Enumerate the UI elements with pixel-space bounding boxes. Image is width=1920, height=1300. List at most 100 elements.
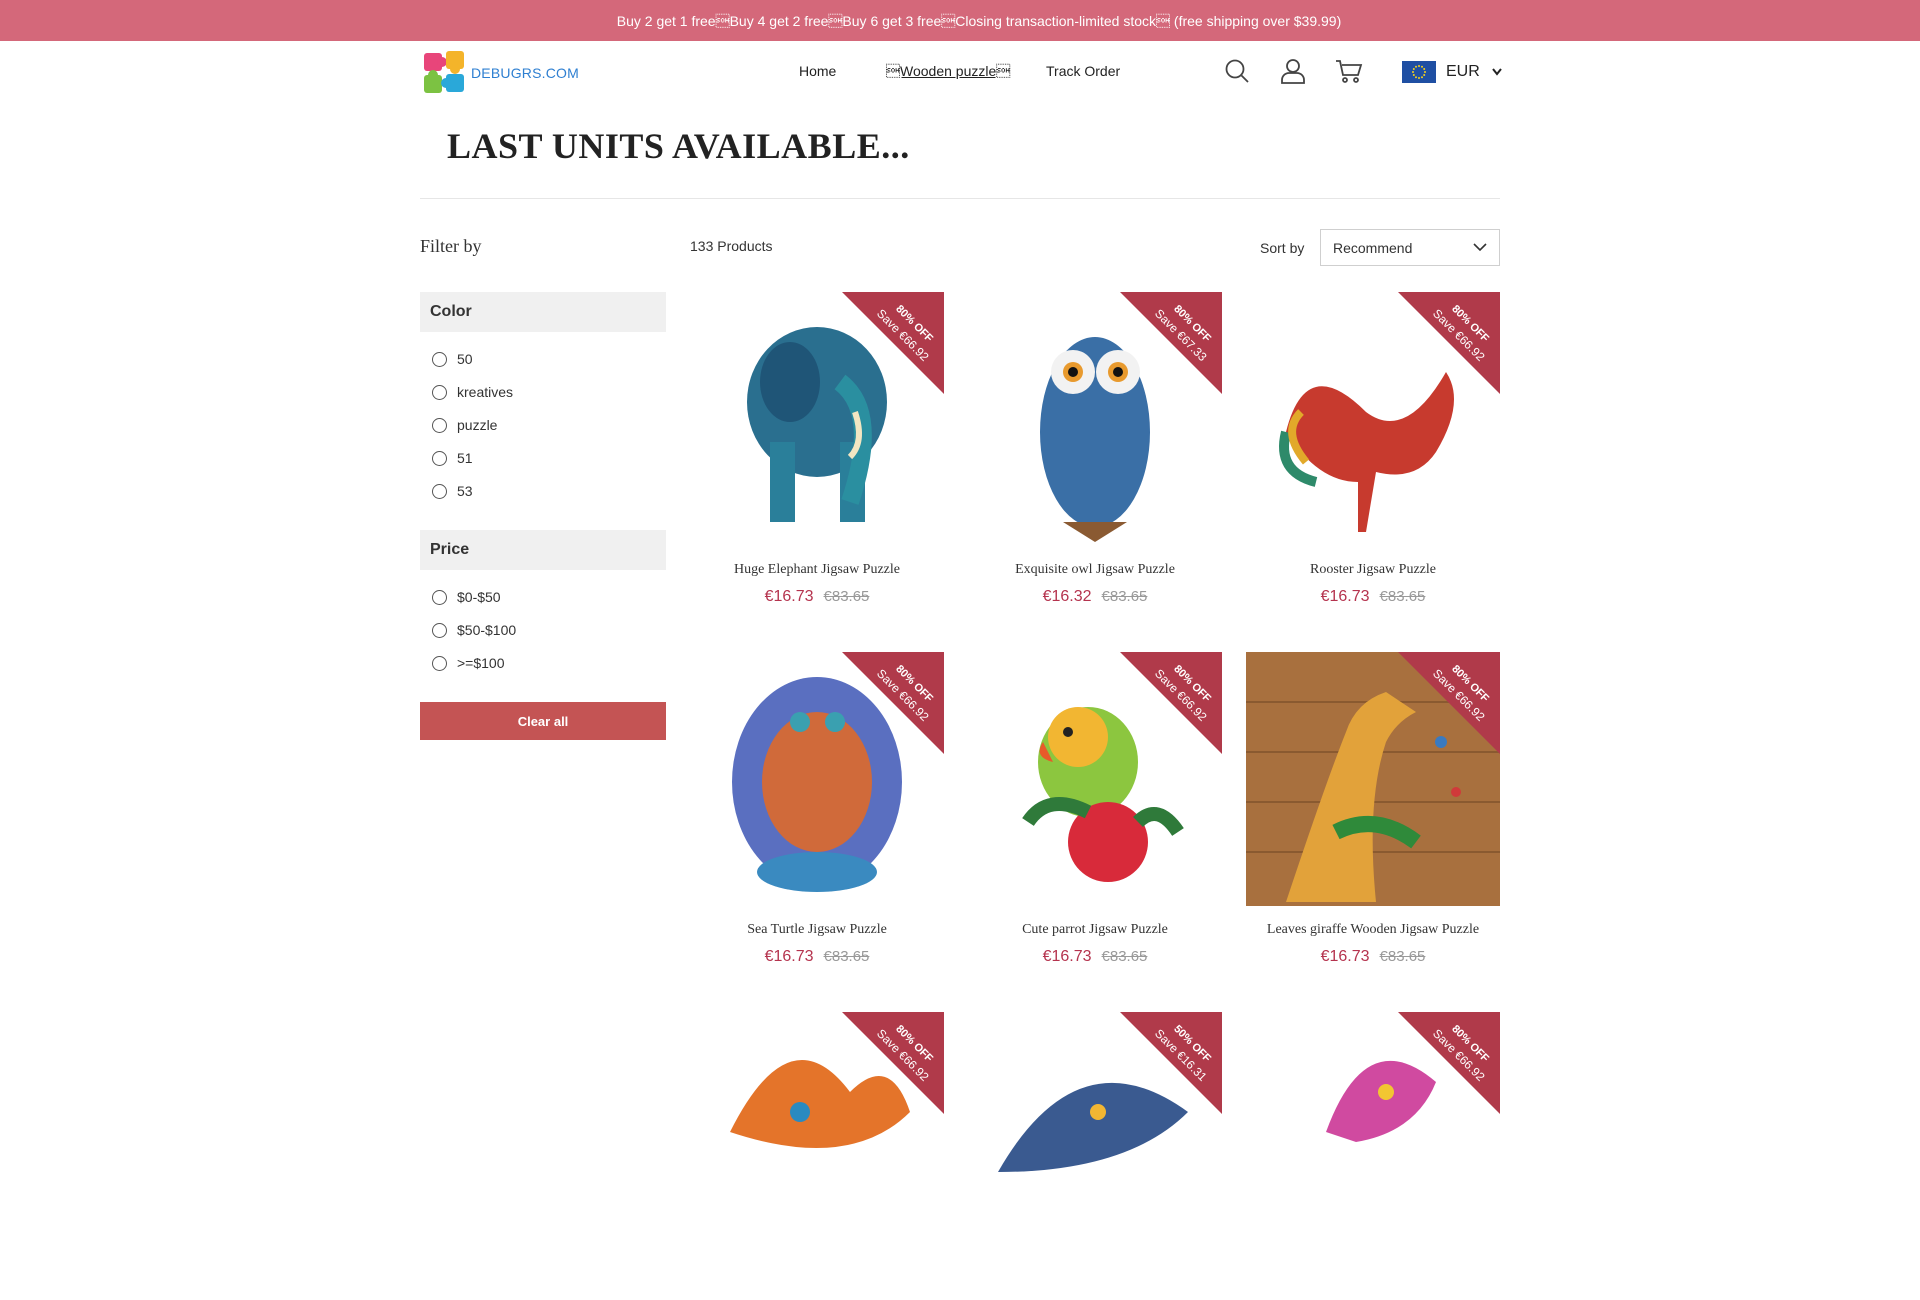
product-name[interactable]: Exquisite owl Jigsaw Puzzle <box>968 562 1222 578</box>
sort-label: Sort by <box>1260 240 1305 256</box>
compare-price: €83.65 <box>1379 948 1426 965</box>
product-card[interactable]: 80% OFF Save €67.33 Exquisite owl Jigsaw P… <box>968 292 1222 606</box>
option-label: $50-$100 <box>457 622 517 638</box>
sale-price: €16.73 <box>1042 948 1092 965</box>
announcement-text: Buy 2 get 1 freeBuy 4 get 2 freeBuy 6 … <box>616 12 1342 29</box>
radio-button[interactable] <box>432 622 447 638</box>
product-card[interactable]: 80% OFF Save €66.92 Sea Turtle Jigsaw Puzz… <box>690 652 944 966</box>
sale-price: €16.73 <box>764 588 814 605</box>
sale-price: €16.73 <box>1320 948 1370 965</box>
discount-ribbon: 80% OFFSave €66.92 <box>842 1012 944 1114</box>
clear-all-button[interactable]: Clear all <box>420 702 666 740</box>
account-icon[interactable] <box>1279 57 1307 85</box>
compare-price: €83.65 <box>1101 948 1148 965</box>
product-image[interactable]: 50% OFF Save €16.31 <box>968 1012 1222 1266</box>
product-card[interactable]: 80% OFF Save €66.92 Leaves giraffe Wooden … <box>1246 652 1500 966</box>
compare-price: €83.65 <box>1379 588 1426 605</box>
product-price <box>1246 1282 1500 1300</box>
site-header: DEBUGRS.COM Home Wooden puzzle Track O… <box>0 41 1920 103</box>
product-name[interactable]: Rooster Jigsaw Puzzle <box>1246 562 1500 578</box>
announcement-bar: Buy 2 get 1 freeBuy 4 get 2 freeBuy 6 … <box>0 0 1920 41</box>
sale-price: €16.73 <box>764 948 814 965</box>
color-option[interactable]: 51 <box>432 450 473 466</box>
nav-home[interactable]: Home <box>799 63 836 79</box>
product-card[interactable]: 80% OFF Save €66.92 Cute parrot Jigsaw Puz… <box>968 652 1222 966</box>
facet-price-header[interactable]: Price <box>420 530 666 570</box>
filter-title: Filter by <box>420 236 482 256</box>
product-price <box>690 1282 944 1300</box>
discount-ribbon: 80% OFFSave €67.33 <box>1120 292 1222 394</box>
chevron-down-icon <box>1473 243 1487 252</box>
product-name[interactable]: Sea Turtle Jigsaw Puzzle <box>690 922 944 938</box>
product-price: €16.73 €83.65 <box>1246 948 1500 966</box>
product-card[interactable]: 80% OFF Save €66.92 Huge Elephant Jigsaw P… <box>690 292 944 606</box>
discount-ribbon: 80% OFFSave €66.92 <box>842 652 944 754</box>
color-option[interactable]: 53 <box>432 483 473 499</box>
sort-value: Recommend <box>1333 239 1413 256</box>
radio-button[interactable] <box>432 589 447 605</box>
option-label: $0-$50 <box>457 589 501 605</box>
option-label: 50 <box>457 351 473 367</box>
color-option[interactable]: kreatives <box>432 384 513 400</box>
product-price: €16.32 €83.65 <box>968 588 1222 606</box>
product-card[interactable]: 80% OFF Save €66.92 Rooster Jigsaw Puzzle €… <box>1246 292 1500 606</box>
product-image[interactable]: 80% OFF Save €67.33 <box>968 292 1222 546</box>
radio-button[interactable] <box>432 417 447 433</box>
product-image[interactable]: 80% OFF Save €66.92 <box>690 652 944 906</box>
product-price <box>968 1282 1222 1300</box>
product-image[interactable]: 80% OFF Save €66.92 <box>968 652 1222 906</box>
color-option[interactable]: 50 <box>432 351 473 367</box>
sale-price: €16.73 <box>1320 588 1370 605</box>
product-card[interactable]: 80% OFF Save €66.92 <box>1246 1012 1500 1300</box>
page-title: LAST UNITS AVAILABLE... <box>447 126 910 166</box>
product-name[interactable]: Huge Elephant Jigsaw Puzzle <box>690 562 944 578</box>
product-image[interactable]: 80% OFF Save €66.92 <box>690 292 944 546</box>
product-image[interactable]: 80% OFF Save €66.92 <box>1246 292 1500 546</box>
option-label: >=$100 <box>457 655 505 671</box>
discount-ribbon: 80% OFFSave €66.92 <box>1398 292 1500 394</box>
facet-color-header[interactable]: Color <box>420 292 666 332</box>
search-icon[interactable] <box>1223 57 1251 85</box>
nav-wooden-puzzle[interactable]: Wooden puzzle <box>886 63 1010 79</box>
compare-price: €83.65 <box>823 588 870 605</box>
compare-price: €83.65 <box>823 948 870 965</box>
cart-icon[interactable] <box>1335 57 1363 85</box>
discount-ribbon: 80% OFFSave €66.92 <box>1120 652 1222 754</box>
option-label: puzzle <box>457 417 498 433</box>
radio-button[interactable] <box>432 384 447 400</box>
radio-button[interactable] <box>432 351 447 367</box>
chevron-down-icon <box>1492 68 1502 76</box>
option-label: kreatives <box>457 384 514 400</box>
option-label: 51 <box>457 450 473 466</box>
sort-select[interactable]: Recommend <box>1320 229 1500 266</box>
compare-price: €83.65 <box>1101 588 1148 605</box>
radio-button[interactable] <box>432 450 447 466</box>
radio-button[interactable] <box>432 655 447 671</box>
color-option[interactable]: puzzle <box>432 417 497 433</box>
price-option[interactable]: $50-$100 <box>432 622 516 638</box>
product-image[interactable]: 80% OFF Save €66.92 <box>690 1012 944 1266</box>
product-card[interactable]: 80% OFF Save €66.92 <box>690 1012 944 1300</box>
product-price: €16.73 €83.65 <box>1246 588 1500 606</box>
divider <box>420 198 1500 199</box>
option-label: 53 <box>457 483 473 499</box>
currency-code: EUR <box>1446 63 1480 80</box>
discount-ribbon: 80% OFFSave €66.92 <box>1398 1012 1500 1114</box>
nav-track-order[interactable]: Track Order <box>1046 63 1120 79</box>
currency-selector[interactable]: EUR <box>1402 61 1502 83</box>
product-price: €16.73 €83.65 <box>690 588 944 606</box>
radio-button[interactable] <box>432 483 447 499</box>
discount-ribbon: 80% OFFSave €66.92 <box>1398 652 1500 754</box>
price-option[interactable]: >=$100 <box>432 655 505 671</box>
product-name[interactable]: Cute parrot Jigsaw Puzzle <box>968 922 1222 938</box>
product-price: €16.73 €83.65 <box>690 948 944 966</box>
product-card[interactable]: 50% OFF Save €16.31 <box>968 1012 1222 1300</box>
eu-flag-icon <box>1402 61 1436 83</box>
price-option[interactable]: $0-$50 <box>432 589 501 605</box>
main-nav: Home Wooden puzzle Track Order <box>0 63 1920 83</box>
product-image[interactable]: 80% OFF Save €66.92 <box>1246 652 1500 906</box>
product-image[interactable]: 80% OFF Save €66.92 <box>1246 1012 1500 1266</box>
product-price: €16.73 €83.65 <box>968 948 1222 966</box>
product-name[interactable]: Leaves giraffe Wooden Jigsaw Puzzle <box>1246 922 1500 938</box>
discount-ribbon: 50% OFFSave €16.31 <box>1120 1012 1222 1114</box>
